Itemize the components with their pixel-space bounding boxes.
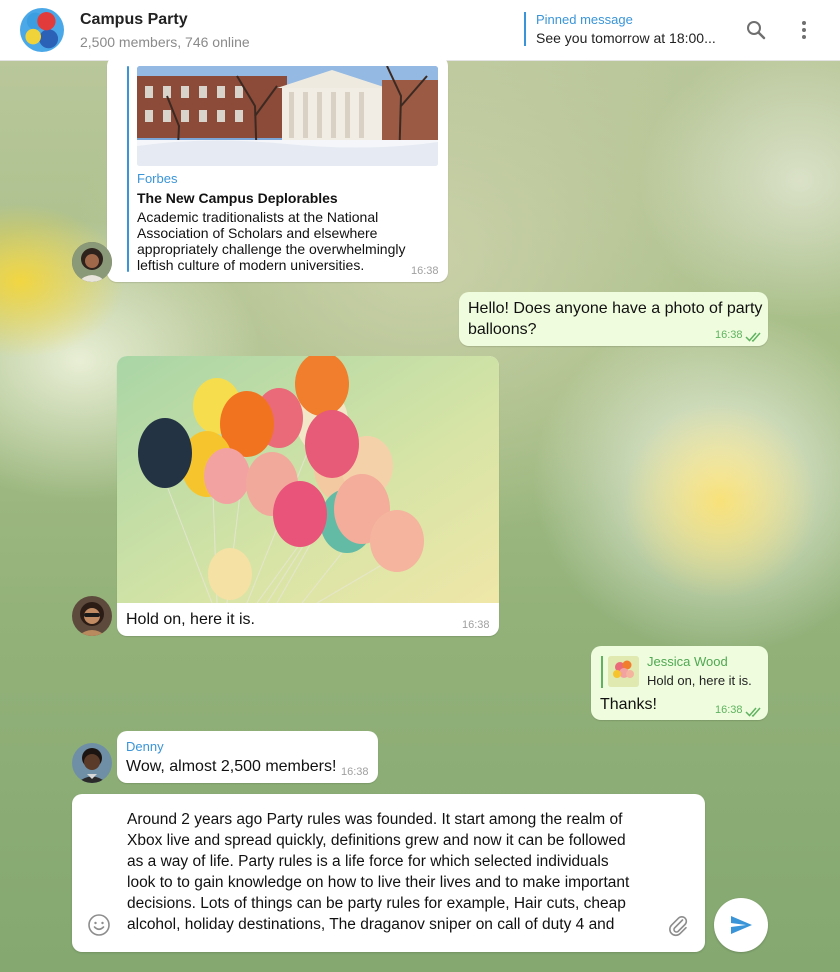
message-input-line: alcohol, holiday destinations, The draga… bbox=[127, 916, 615, 933]
message-time: 16:38 bbox=[715, 329, 743, 341]
photo-caption: Hold on, here it is. bbox=[126, 611, 255, 628]
message-time: 16:38 bbox=[715, 704, 743, 716]
preview-description-line: appropriately challenge the overwhelming… bbox=[137, 241, 406, 257]
reply-thumbnail[interactable] bbox=[608, 656, 639, 687]
avatar[interactable] bbox=[72, 743, 112, 783]
chat-title[interactable]: Campus Party bbox=[80, 11, 188, 29]
chat-header: Campus Party 2,500 members, 746 online P… bbox=[0, 0, 840, 61]
double-check-icon bbox=[745, 705, 763, 723]
message-photo[interactable]: Hold on, here it is. 16:38 bbox=[117, 356, 499, 636]
message-text-line: Hello! Does anyone have a photo of party bbox=[468, 300, 763, 317]
message-input-line: look to to gain knowledge on how to live… bbox=[127, 874, 630, 891]
emoji-icon[interactable] bbox=[87, 913, 111, 937]
balloons-photo[interactable] bbox=[117, 356, 499, 603]
preview-description-line: Academic traditionalists at the National bbox=[137, 209, 379, 225]
pinned-message[interactable]: Pinned message See you tomorrow at 18:00… bbox=[524, 12, 716, 46]
search-icon[interactable] bbox=[744, 18, 768, 42]
reply-sender-name[interactable]: Jessica Wood bbox=[647, 654, 728, 669]
reply-quoted-text: Hold on, here it is. bbox=[647, 673, 752, 688]
pinned-message-text: See you tomorrow at 18:00... bbox=[536, 30, 716, 46]
message-text: Wow, almost 2,500 members! bbox=[126, 758, 337, 775]
preview-image[interactable] bbox=[137, 66, 438, 166]
double-check-icon bbox=[745, 330, 763, 348]
message-time: 16:38 bbox=[411, 265, 439, 277]
preview-accent-bar bbox=[127, 66, 129, 272]
chat-subtitle: 2,500 members, 746 online bbox=[80, 34, 250, 50]
message-input[interactable]: Around 2 years ago Party rules was found… bbox=[127, 809, 672, 935]
preview-description: Academic traditionalists at the National… bbox=[137, 209, 417, 273]
attach-icon[interactable] bbox=[666, 913, 690, 937]
preview-title[interactable]: The New Campus Deplorables bbox=[137, 190, 338, 206]
message-input-line: as a way of life. Party rules is a life … bbox=[127, 853, 609, 870]
message-input-line: Around 2 years ago Party rules was found… bbox=[127, 811, 623, 828]
preview-description-line: Association of Scholars and elsewhere bbox=[137, 225, 378, 241]
group-avatar[interactable] bbox=[20, 8, 64, 52]
preview-site-name[interactable]: Forbes bbox=[137, 171, 177, 186]
reply-accent-bar bbox=[601, 656, 603, 688]
sender-name[interactable]: Denny bbox=[126, 739, 164, 754]
message-time: 16:38 bbox=[462, 619, 490, 631]
message-input-line: decisions. Lots of things can be party r… bbox=[127, 895, 626, 912]
message-input-line: Xbox live and spread quickly, definition… bbox=[127, 832, 626, 849]
avatar[interactable] bbox=[72, 596, 112, 636]
more-vertical-icon[interactable] bbox=[792, 18, 816, 42]
message-time: 16:38 bbox=[341, 766, 369, 778]
send-button[interactable] bbox=[714, 898, 768, 952]
pinned-message-label: Pinned message bbox=[536, 12, 633, 27]
preview-description-line: leftish culture of modern universities. bbox=[137, 257, 365, 273]
message-text: Thanks! bbox=[600, 696, 657, 713]
avatar[interactable] bbox=[72, 242, 112, 282]
send-icon bbox=[731, 916, 752, 934]
